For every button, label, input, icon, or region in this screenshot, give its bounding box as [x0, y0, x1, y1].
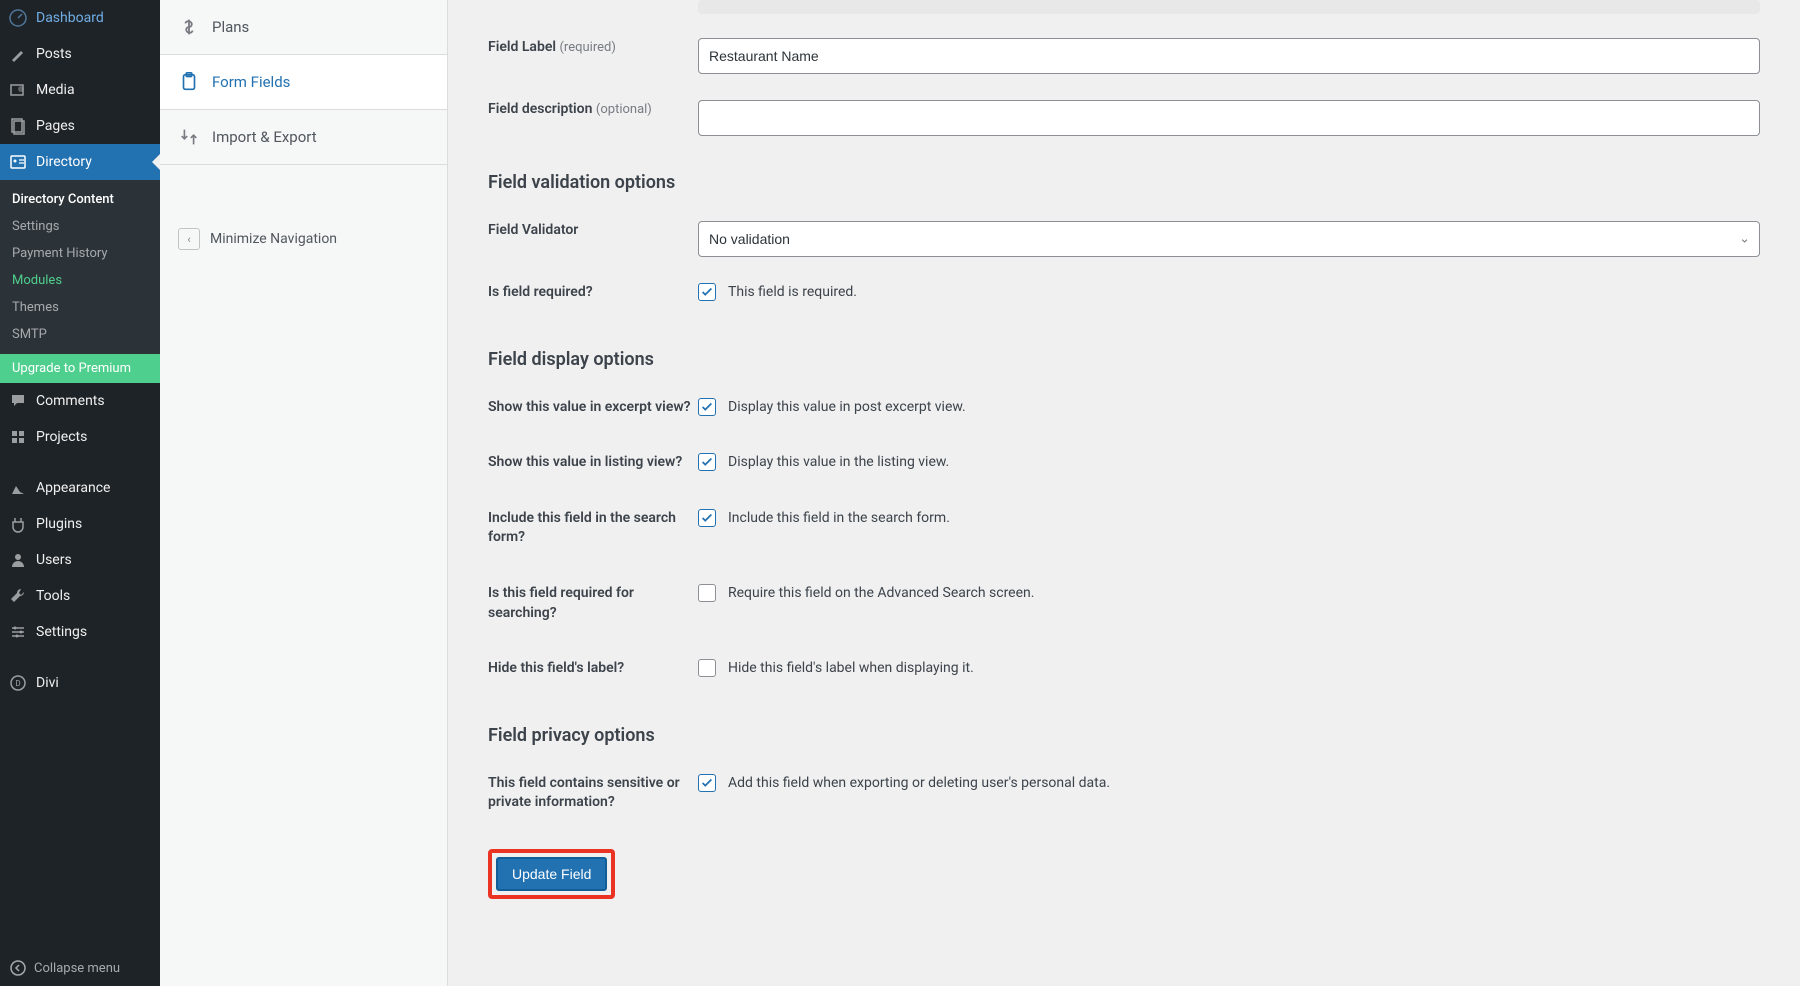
- module-sub-navigation: Plans Form Fields Import & Export ‹ Mini…: [160, 0, 448, 986]
- is-required-label: Is field required?: [488, 283, 698, 303]
- sidebar-label: Users: [36, 552, 72, 568]
- sidebar-label: Directory: [36, 154, 92, 170]
- users-icon: [8, 550, 28, 570]
- submenu-directory-content[interactable]: Directory Content: [0, 186, 160, 213]
- sidebar-item-settings-main[interactable]: Settings: [0, 614, 160, 650]
- privacy-checkbox[interactable]: [698, 774, 716, 792]
- sidebar-item-media[interactable]: Media: [0, 72, 160, 108]
- subnav-item-plans[interactable]: Plans: [160, 0, 447, 55]
- listing-checkbox[interactable]: [698, 453, 716, 471]
- privacy-label: This field contains sensitive or private…: [488, 774, 698, 813]
- search-text: Include this field in the search form.: [728, 510, 950, 526]
- sidebar-label: Pages: [36, 118, 75, 134]
- sidebar-item-plugins[interactable]: Plugins: [0, 506, 160, 542]
- media-icon: [8, 80, 28, 100]
- privacy-heading: Field privacy options: [488, 725, 1760, 746]
- sidebar-label: Posts: [36, 46, 72, 62]
- appearance-icon: [8, 478, 28, 498]
- field-label-input[interactable]: [698, 38, 1760, 74]
- validation-heading: Field validation options: [488, 172, 1760, 193]
- subnav-item-form-fields[interactable]: Form Fields: [160, 55, 447, 110]
- update-field-button[interactable]: Update Field: [496, 857, 607, 891]
- search-required-text: Require this field on the Advanced Searc…: [728, 585, 1034, 601]
- divi-icon: D: [8, 673, 28, 693]
- sidebar-label: Media: [36, 82, 75, 98]
- submenu-modules[interactable]: Modules: [0, 267, 160, 294]
- field-description-input[interactable]: [698, 100, 1760, 136]
- sidebar-label: Appearance: [36, 480, 110, 496]
- privacy-text: Add this field when exporting or deletin…: [728, 775, 1110, 791]
- pin-icon: [8, 44, 28, 64]
- sidebar-item-tools[interactable]: Tools: [0, 578, 160, 614]
- tools-icon: [8, 586, 28, 606]
- subnav-item-import-export[interactable]: Import & Export: [160, 110, 447, 165]
- excerpt-checkbox[interactable]: [698, 398, 716, 416]
- sidebar-label: Projects: [36, 429, 87, 445]
- submenu-smtp[interactable]: SMTP: [0, 321, 160, 348]
- search-checkbox[interactable]: [698, 509, 716, 527]
- projects-icon: [8, 427, 28, 447]
- is-required-text: This field is required.: [728, 284, 857, 300]
- search-label: Include this field in the search form?: [488, 509, 698, 548]
- subnav-label: Import & Export: [212, 128, 317, 146]
- search-required-checkbox[interactable]: [698, 584, 716, 602]
- comments-icon: [8, 391, 28, 411]
- subnav-label: Plans: [212, 18, 249, 36]
- svg-text:D: D: [15, 679, 20, 688]
- sidebar-label: Plugins: [36, 516, 82, 532]
- sidebar-label: Settings: [36, 624, 87, 640]
- listing-text: Display this value in the listing view.: [728, 454, 949, 470]
- excerpt-label: Show this value in excerpt view?: [488, 398, 698, 418]
- hide-label-text: Hide this field's label when displaying …: [728, 660, 974, 676]
- field-validator-select[interactable]: No validation: [698, 221, 1760, 257]
- minimize-navigation-button[interactable]: ‹ Minimize Navigation: [160, 210, 447, 268]
- field-validator-label: Field Validator: [488, 221, 698, 241]
- minimize-label: Minimize Navigation: [210, 231, 337, 247]
- dollar-icon: [178, 16, 200, 38]
- excerpt-text: Display this value in post excerpt view.: [728, 399, 966, 415]
- directory-submenu: Directory Content Settings Payment Histo…: [0, 180, 160, 354]
- collapse-label: Collapse menu: [34, 961, 120, 976]
- hide-label-label: Hide this field's label?: [488, 659, 698, 679]
- search-required-label: Is this field required for searching?: [488, 584, 698, 623]
- upgrade-premium-button[interactable]: Upgrade to Premium: [0, 354, 160, 383]
- submenu-payment-history[interactable]: Payment History: [0, 240, 160, 267]
- wp-admin-sidebar: Dashboard Posts Media Pages Directory Di…: [0, 0, 160, 986]
- sidebar-item-dashboard[interactable]: Dashboard: [0, 0, 160, 36]
- submenu-themes[interactable]: Themes: [0, 294, 160, 321]
- sidebar-item-appearance[interactable]: Appearance: [0, 470, 160, 506]
- dashboard-icon: [8, 8, 28, 28]
- sidebar-item-posts[interactable]: Posts: [0, 36, 160, 72]
- settings-icon: [8, 622, 28, 642]
- sidebar-label: Comments: [36, 393, 105, 409]
- sidebar-label: Tools: [36, 588, 70, 604]
- field-description-label: Field description (optional): [488, 100, 698, 120]
- sidebar-item-divi[interactable]: D Divi: [0, 665, 160, 701]
- plugins-icon: [8, 514, 28, 534]
- collapsed-panel: [698, 0, 1760, 14]
- import-export-icon: [178, 126, 200, 148]
- sidebar-item-directory[interactable]: Directory: [0, 144, 160, 180]
- display-heading: Field display options: [488, 349, 1760, 370]
- field-label-label: Field Label (required): [488, 38, 698, 58]
- chevron-left-icon: ‹: [178, 228, 200, 250]
- sidebar-item-pages[interactable]: Pages: [0, 108, 160, 144]
- subnav-label: Form Fields: [212, 73, 290, 91]
- is-required-checkbox[interactable]: [698, 283, 716, 301]
- clipboard-icon: [178, 71, 200, 93]
- pages-icon: [8, 116, 28, 136]
- sidebar-label: Dashboard: [36, 10, 104, 26]
- collapse-menu-button[interactable]: Collapse menu: [0, 950, 160, 986]
- submenu-settings[interactable]: Settings: [0, 213, 160, 240]
- hide-label-checkbox[interactable]: [698, 659, 716, 677]
- main-content: Field Label (required) Field description…: [448, 0, 1800, 986]
- sidebar-label: Divi: [36, 675, 59, 691]
- sidebar-item-comments[interactable]: Comments: [0, 383, 160, 419]
- collapse-icon: [8, 958, 28, 978]
- sidebar-item-users[interactable]: Users: [0, 542, 160, 578]
- directory-icon: [8, 152, 28, 172]
- update-button-highlight: Update Field: [488, 849, 615, 899]
- sidebar-item-projects[interactable]: Projects: [0, 419, 160, 455]
- listing-label: Show this value in listing view?: [488, 453, 698, 473]
